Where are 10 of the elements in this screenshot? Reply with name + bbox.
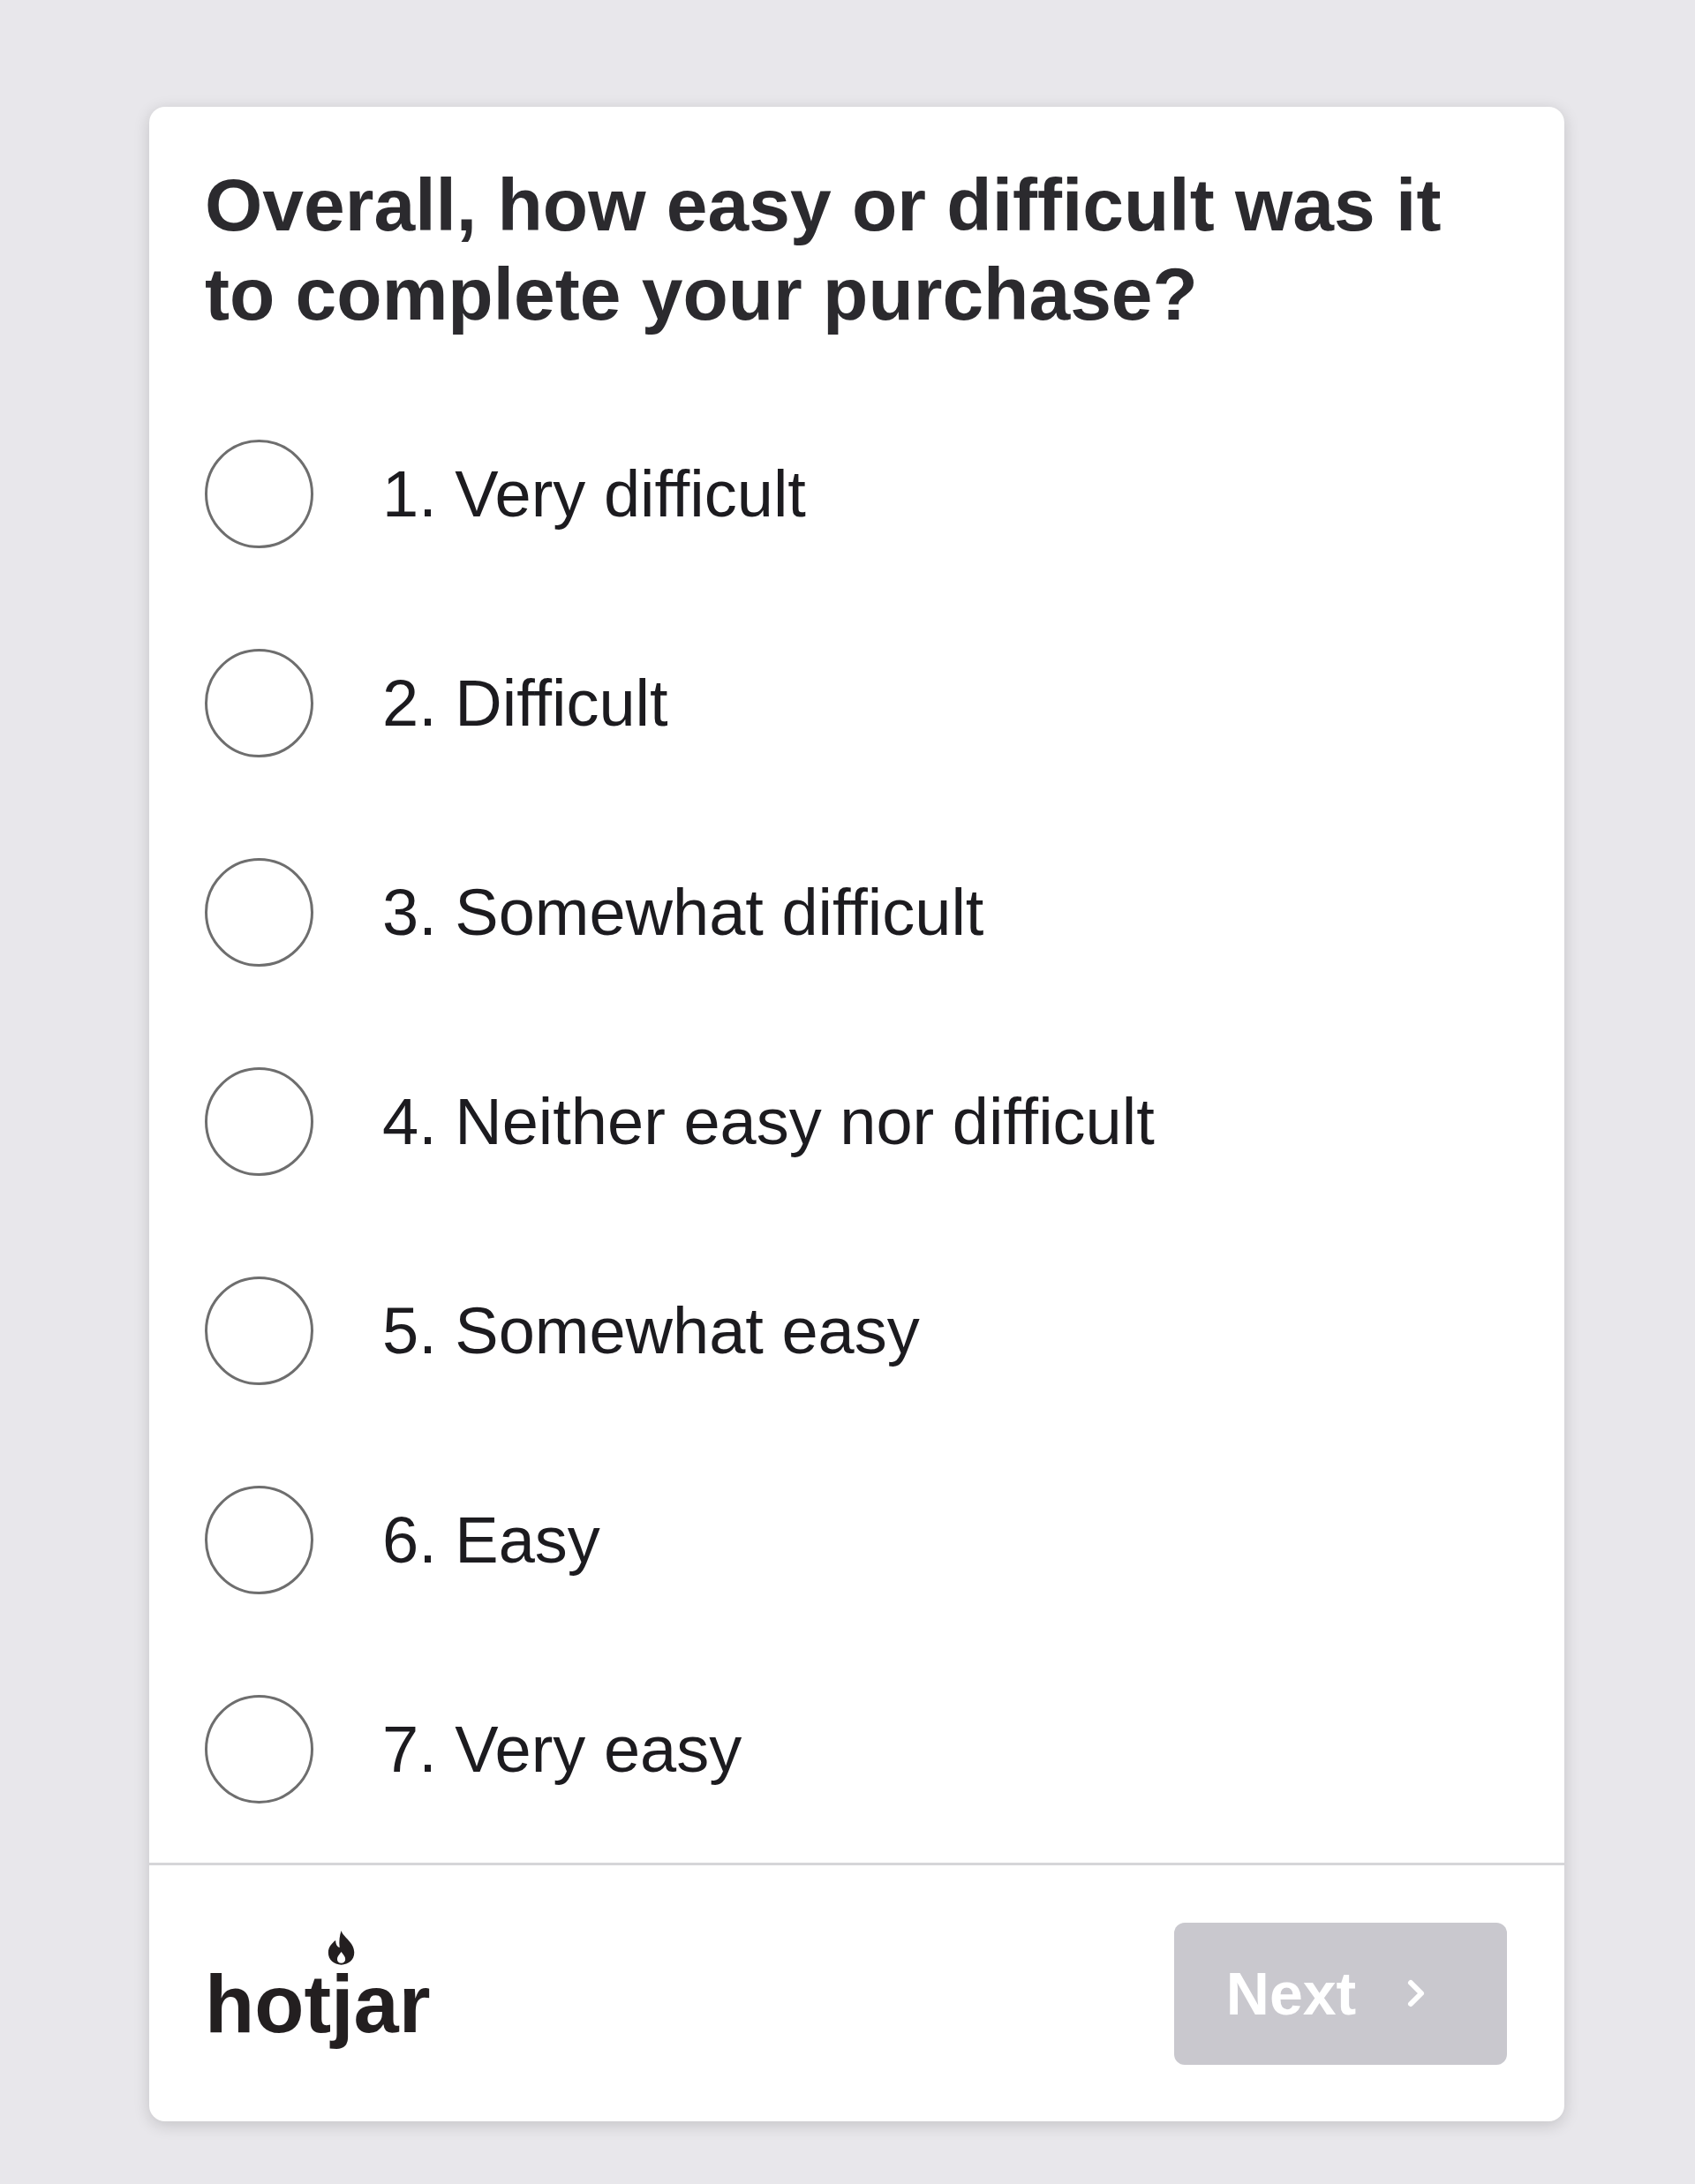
option-label[interactable]: 5. Somewhat easy <box>382 1291 920 1371</box>
option-label[interactable]: 3. Somewhat difficult <box>382 872 984 953</box>
flame-icon <box>327 1931 357 1965</box>
option-label[interactable]: 1. Very difficult <box>382 454 806 534</box>
survey-question: Overall, how easy or difficult was it to complete your purchase? <box>205 162 1443 337</box>
option-label[interactable]: 6. Easy <box>382 1500 600 1580</box>
option-label[interactable]: 2. Difficult <box>382 663 668 743</box>
option-label[interactable]: 4. Neither easy nor difficult <box>382 1081 1155 1162</box>
option-label[interactable]: 7. Very easy <box>382 1709 742 1789</box>
hotjar-logo: hotjar <box>205 1957 431 2051</box>
